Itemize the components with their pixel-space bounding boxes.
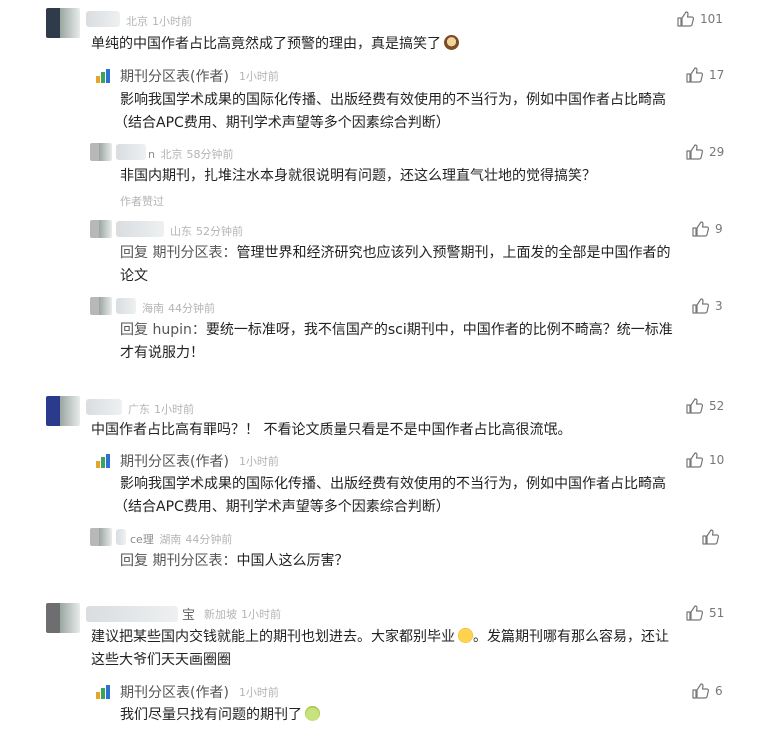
comment-username[interactable]: 宝 <box>182 608 195 623</box>
laughing-emoji-icon <box>458 628 473 643</box>
like-button[interactable] <box>702 529 725 545</box>
blurred-username <box>116 221 164 237</box>
thumbs-up-icon <box>686 452 703 468</box>
monkey-emoji-icon <box>444 35 459 50</box>
reply-text: （结合APC费用、期刊学术声望等多个因素综合判断） <box>114 115 450 131</box>
reply-time: 1小时前 <box>238 70 279 83</box>
comment-time: 1小时前 <box>241 608 281 621</box>
comment-text: 中国作者占比高有罪吗？！ 不看论文质量只看是不是中国作者占比高很流氓。 <box>91 422 572 438</box>
reply-time: 44分钟前 <box>168 302 215 315</box>
author-logo-icon <box>96 69 112 83</box>
thumbs-up-icon <box>692 221 709 237</box>
blurred-username <box>116 144 146 160</box>
avatar[interactable] <box>46 603 80 633</box>
blurred-username <box>116 529 126 545</box>
reply-text: 论文 <box>120 268 148 284</box>
comment-text: 单纯的中国作者占比高竟然成了预警的理由，真是搞笑了 <box>91 32 459 57</box>
author-name[interactable]: 期刊分区表(作者) <box>120 451 229 471</box>
like-button[interactable]: 10 <box>686 452 724 468</box>
sweat-emoji-icon <box>305 706 320 721</box>
reply-time: 52分钟前 <box>196 225 243 238</box>
like-count: 17 <box>709 68 725 82</box>
reply-text: 才有说服力！ <box>120 345 204 361</box>
reply-text: 影响我国学术成果的国际化传播、出版经费有效使用的不当行为，例如中国作者占比畸高 <box>120 92 666 108</box>
reply-time: 58分钟前 <box>186 148 234 161</box>
reply-text: 回复 hupin：要统一标准呀，我不信国产的sci期刊中，中国作者的比例不畸高？… <box>120 322 673 338</box>
avatar[interactable] <box>90 143 112 161</box>
thumbs-up-icon <box>686 605 703 621</box>
avatar[interactable] <box>46 8 80 38</box>
reply-text: 非国内期刊，扎堆注水本身就很说明有问题，还这么理直气壮地的觉得搞笑？ <box>120 168 596 184</box>
like-count: 29 <box>709 145 725 159</box>
avatar[interactable] <box>46 396 80 426</box>
reply-time: 44分钟前 <box>185 533 233 546</box>
blurred-username <box>116 298 136 314</box>
like-button[interactable]: 17 <box>686 67 724 83</box>
reply-time: 1小时前 <box>238 686 279 699</box>
like-count: 9 <box>715 222 723 236</box>
reply-text: 回复 期刊分区表：中国人这么厉害？ <box>120 553 349 569</box>
comment-region: 北京 <box>126 15 148 28</box>
author-name[interactable]: 期刊分区表(作者) <box>120 66 229 86</box>
author-logo-icon <box>96 454 112 468</box>
avatar[interactable] <box>90 297 112 315</box>
like-count: 101 <box>700 12 723 26</box>
like-button[interactable]: 52 <box>686 398 724 414</box>
comment-time: 1小时前 <box>154 403 194 416</box>
reply-text: 我们尽量只找有问题的期刊了 <box>120 703 320 728</box>
comment-text: 这些大爷们天天画圈圈 <box>91 652 231 668</box>
like-button[interactable]: 9 <box>692 221 723 237</box>
like-button[interactable]: 101 <box>677 11 723 27</box>
thumbs-up-icon <box>686 398 703 414</box>
reply-text: 回复 期刊分区表：管理世界和经济研究也应该列入预警期刊，上面发的全部是中国作者的 <box>120 245 671 261</box>
thumbs-up-icon <box>702 529 719 545</box>
reply-region: 山东 <box>170 225 192 238</box>
thumbs-up-icon <box>677 11 694 27</box>
like-button[interactable]: 51 <box>686 605 724 621</box>
author-name[interactable]: 期刊分区表(作者) <box>120 682 229 702</box>
reply-text: （结合APC费用、期刊学术声望等多个因素综合判断） <box>114 499 450 515</box>
reply-time: 1小时前 <box>238 455 279 468</box>
blurred-username <box>86 606 178 622</box>
like-count: 6 <box>715 684 723 698</box>
thumbs-up-icon <box>692 683 709 699</box>
comment-region: 广东 <box>128 403 150 416</box>
like-button[interactable]: 3 <box>692 298 723 314</box>
comment-region: 新加坡 <box>204 608 237 621</box>
author-liked-note: 作者赞过 <box>120 195 164 208</box>
blurred-username <box>86 11 120 27</box>
reply-region: 湖南 <box>159 533 182 546</box>
reply-username[interactable]: n <box>148 148 155 161</box>
reply-text: 影响我国学术成果的国际化传播、出版经费有效使用的不当行为，例如中国作者占比畸高 <box>120 476 666 492</box>
thumbs-up-icon <box>686 144 703 160</box>
like-button[interactable]: 29 <box>686 144 724 160</box>
avatar[interactable] <box>90 528 112 546</box>
thumbs-up-icon <box>686 67 703 83</box>
like-button[interactable]: 6 <box>692 683 723 699</box>
blurred-username <box>86 399 122 415</box>
like-count: 3 <box>715 299 723 313</box>
comment-text: 建议把某些国内交钱就能上的期刊也划进去。大家都别毕业 。发篇期刊哪有那么容易，还让 <box>91 628 669 645</box>
like-count: 52 <box>709 399 725 413</box>
like-count: 10 <box>709 453 725 467</box>
thumbs-up-icon <box>692 298 709 314</box>
reply-username[interactable]: ce理 <box>130 533 154 546</box>
reply-region: 北京 <box>160 148 183 161</box>
avatar[interactable] <box>90 220 112 238</box>
author-logo-icon <box>96 685 112 699</box>
like-count: 51 <box>709 606 725 620</box>
comment-time: 1小时前 <box>152 15 192 28</box>
reply-region: 海南 <box>142 302 164 315</box>
